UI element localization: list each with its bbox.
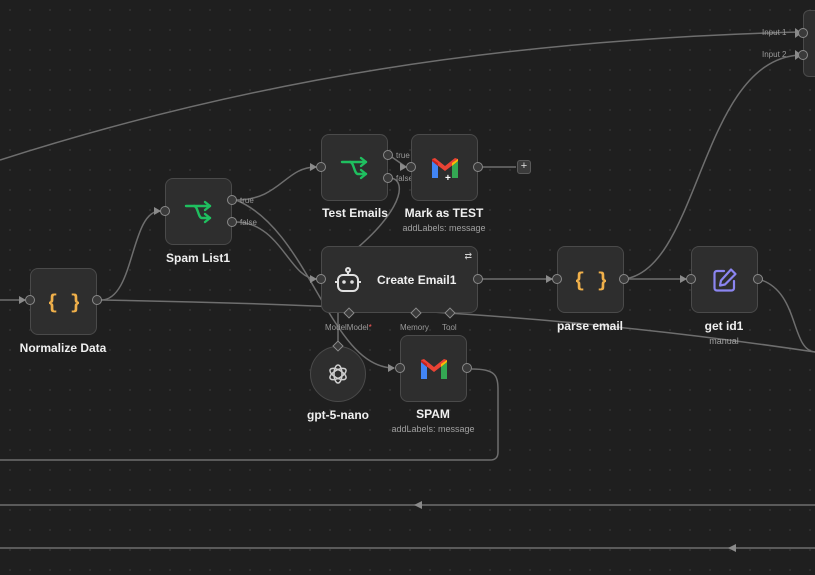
mark-as-test-title: Mark as TEST bbox=[404, 206, 484, 220]
svg-text:{ }: { } bbox=[49, 290, 79, 314]
gmail-icon bbox=[420, 358, 447, 379]
switch-arrows-icon bbox=[184, 200, 211, 223]
merge-input-1-port[interactable] bbox=[798, 28, 808, 38]
create-email-memory-label: Memory bbox=[400, 323, 429, 332]
arrow-return-2 bbox=[728, 544, 736, 552]
mark-as-test-node[interactable]: + bbox=[411, 134, 478, 201]
spam-list-false-port[interactable] bbox=[227, 217, 237, 227]
create-email-output-port[interactable] bbox=[473, 274, 483, 284]
create-email-model-label: ModelModel* bbox=[325, 323, 372, 332]
spam-title: SPAM bbox=[416, 407, 450, 421]
test-emails-true-label: true bbox=[396, 151, 410, 160]
edit-pencil-icon bbox=[712, 267, 737, 292]
get-id-input-port[interactable] bbox=[686, 274, 696, 284]
merge-input-2-port[interactable] bbox=[798, 50, 808, 60]
gpt-model-title: gpt-5-nano bbox=[307, 408, 369, 422]
parse-email-node[interactable]: { } bbox=[557, 246, 624, 313]
plus-overlay-icon: + bbox=[445, 173, 451, 184]
parse-email-title: parse email bbox=[556, 319, 624, 333]
gpt-model-node[interactable] bbox=[310, 346, 366, 402]
edge-normalize-to-spam-list[interactable] bbox=[100, 210, 161, 301]
test-emails-true-port[interactable] bbox=[383, 150, 393, 160]
normalize-output-port[interactable] bbox=[92, 295, 102, 305]
normalize-data-title: Normalize Data bbox=[19, 341, 107, 355]
mark-as-test-subtitle: addLabels: message bbox=[402, 223, 486, 233]
spam-node[interactable] bbox=[400, 335, 467, 402]
mark-test-output-port[interactable] bbox=[473, 162, 483, 172]
spam-list-true-port[interactable] bbox=[227, 195, 237, 205]
create-email-input-port[interactable] bbox=[316, 274, 326, 284]
test-emails-input-port[interactable] bbox=[316, 162, 326, 172]
refresh-icon[interactable]: ⇄ bbox=[464, 251, 472, 262]
edge-top-long[interactable] bbox=[0, 31, 801, 161]
create-email-title: Create Email1 bbox=[377, 272, 457, 287]
add-node-button[interactable]: + bbox=[517, 160, 531, 174]
merge-input-2-label: Input 2 bbox=[762, 50, 787, 59]
arrow-return-1 bbox=[414, 501, 422, 509]
svg-text:{ }: { } bbox=[576, 268, 606, 292]
normalize-data-node[interactable]: { } bbox=[30, 268, 97, 335]
curly-braces-icon: { } bbox=[49, 290, 79, 314]
spam-list-input-port[interactable] bbox=[160, 206, 170, 216]
spam-output-port[interactable] bbox=[462, 363, 472, 373]
spam-list-node[interactable] bbox=[165, 178, 232, 245]
test-emails-false-port[interactable] bbox=[383, 173, 393, 183]
mark-test-input-port[interactable] bbox=[406, 162, 416, 172]
get-id-node[interactable] bbox=[691, 246, 758, 313]
create-email-tool-label: Tool bbox=[442, 323, 457, 332]
curly-braces-icon: { } bbox=[576, 268, 606, 292]
arrow-into-spam bbox=[388, 364, 395, 372]
normalize-input-port[interactable] bbox=[25, 295, 35, 305]
get-id-subtitle: manual bbox=[709, 336, 739, 346]
merge-node[interactable] bbox=[803, 10, 815, 77]
spam-list-title: Spam List1 bbox=[165, 251, 231, 265]
get-id-output-port[interactable] bbox=[753, 274, 763, 284]
test-emails-node[interactable] bbox=[321, 134, 388, 201]
spam-input-port[interactable] bbox=[395, 363, 405, 373]
edge-get-id-to-right[interactable] bbox=[757, 278, 815, 353]
create-email-node[interactable]: Create Email1 ⇄ bbox=[321, 246, 478, 313]
parse-email-output-port[interactable] bbox=[619, 274, 629, 284]
openai-icon bbox=[329, 364, 347, 384]
workflow-canvas[interactable]: Input 1 Input 2 { } Normalize Data true … bbox=[0, 0, 815, 575]
spam-list-false-label: false bbox=[240, 218, 257, 227]
switch-arrows-icon bbox=[340, 156, 367, 179]
spam-subtitle: addLabels: message bbox=[391, 424, 475, 434]
get-id-title: get id1 bbox=[704, 319, 744, 333]
parse-email-input-port[interactable] bbox=[552, 274, 562, 284]
merge-input-1-label: Input 1 bbox=[762, 28, 787, 37]
test-emails-title: Test Emails bbox=[322, 206, 388, 220]
spam-list-true-label: true bbox=[240, 196, 254, 205]
ai-agent-robot-icon bbox=[335, 266, 361, 292]
